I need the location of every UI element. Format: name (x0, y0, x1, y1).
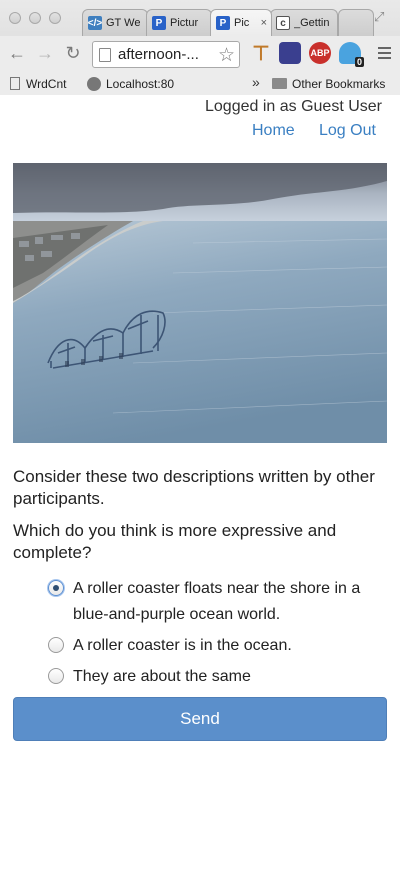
fullscreen-icon[interactable]: ⤢ (374, 9, 390, 25)
login-status: Logged in as Guest User (205, 98, 382, 115)
browser-tab-3-active[interactable]: P Pic × (210, 9, 272, 36)
reload-icon[interactable]: ↻ (63, 43, 83, 63)
option-label: A roller coaster is in the ocean. (73, 637, 292, 654)
bookmark-wrdcnt[interactable]: WrdCnt (10, 75, 66, 92)
code-icon: </> (87, 16, 103, 30)
option-label: They are about the same (73, 668, 251, 685)
tab-title: _Gettin (294, 17, 330, 29)
bookmark-label: Localhost:80 (106, 76, 175, 91)
close-window-button[interactable] (9, 12, 21, 24)
bookmarklet-icon[interactable]: ⊤ (250, 42, 272, 65)
address-text: afternoon-... (118, 46, 199, 63)
browser-tab-4[interactable]: c _Gettin (270, 9, 338, 36)
new-tab-button[interactable] (338, 9, 374, 36)
adblock-icon[interactable]: ABP (309, 42, 331, 64)
menu-icon[interactable] (378, 47, 391, 59)
radio-button[interactable] (48, 637, 64, 653)
extension-icon[interactable] (279, 42, 301, 64)
back-arrow-icon[interactable]: ← (7, 43, 27, 63)
browser-tab-1[interactable]: </> GT We (82, 9, 148, 36)
tab-strip: </> GT We P Pictur P Pic × c _Gettin ⤢ (0, 0, 400, 36)
browser-tab-2[interactable]: P Pictur (146, 9, 212, 36)
folder-icon (272, 78, 287, 89)
bookmark-other[interactable]: Other Bookmarks (272, 75, 385, 92)
browser-toolbar: ← → ↻ afternoon-... ☆ ⊤ ABP 0 (0, 36, 400, 72)
zoom-window-button[interactable] (49, 12, 61, 24)
ghostery-icon[interactable]: 0 (339, 42, 364, 67)
bookmark-label: Other Bookmarks (292, 76, 386, 91)
minimize-window-button[interactable] (29, 12, 41, 24)
tab-title: Pictur (170, 17, 199, 29)
tab-close-icon[interactable]: × (261, 17, 267, 29)
intro-text: Consider these two descriptions written … (13, 467, 375, 508)
option-2[interactable]: A roller coaster is in the ocean. (48, 633, 388, 659)
browser-chrome: </> GT We P Pictur P Pic × c _Gettin ⤢ ←… (0, 0, 400, 95)
send-button[interactable]: Send (13, 697, 387, 741)
globe-icon (87, 76, 101, 91)
question-text: Which do you think is more expressive an… (13, 521, 337, 562)
page-icon (10, 77, 20, 90)
address-bar[interactable]: afternoon-... ☆ (92, 41, 240, 68)
option-3[interactable]: They are about the same (48, 664, 388, 690)
bookmark-label: WrdCnt (26, 76, 67, 91)
bookmarks-overflow-chevron[interactable]: » (252, 74, 260, 90)
option-1[interactable]: A roller coaster floats near the shore i… (48, 576, 388, 628)
bookmarks-bar: WrdCnt Localhost:80 » Other Bookmarks (0, 72, 400, 95)
bookmark-localhost[interactable]: Localhost:80 (87, 75, 174, 92)
p-icon: P (152, 16, 166, 30)
page-icon (99, 47, 111, 62)
forward-arrow-icon[interactable]: → (35, 43, 55, 63)
tab-title: Pic (234, 17, 250, 29)
tab-title: GT We (106, 17, 141, 29)
ghostery-badge: 0 (354, 57, 364, 67)
bookmark-star-icon[interactable]: ☆ (218, 44, 235, 67)
option-label: A roller coaster floats near the shore i… (73, 580, 361, 623)
radio-button-checked[interactable] (48, 580, 64, 596)
home-link[interactable]: Home (252, 122, 295, 140)
radio-button[interactable] (48, 668, 64, 684)
logout-link[interactable]: Log Out (319, 122, 376, 140)
p-icon: P (216, 16, 230, 30)
roller-coaster-photo (13, 163, 387, 443)
c-icon: c (276, 16, 290, 30)
